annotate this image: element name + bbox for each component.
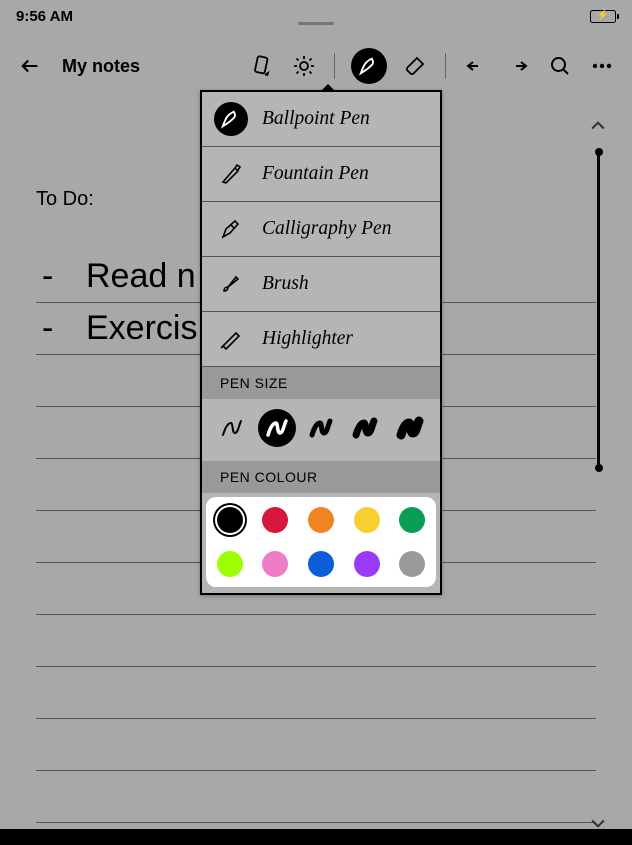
eraser-icon[interactable] <box>401 52 429 80</box>
status-right: ⚡ <box>590 10 616 23</box>
search-icon[interactable] <box>546 52 574 80</box>
undo-icon[interactable] <box>462 52 490 80</box>
back-arrow-icon[interactable] <box>16 52 44 80</box>
fountain-icon <box>214 157 248 191</box>
colour-purple[interactable] <box>354 551 380 577</box>
pen-size-label: PEN SIZE <box>202 367 440 399</box>
more-icon[interactable] <box>588 52 616 80</box>
pen-size-row <box>202 399 440 461</box>
pen-option-calligraphy[interactable]: Calligraphy Pen <box>202 202 440 257</box>
colour-lime[interactable] <box>217 551 243 577</box>
brush-icon <box>214 267 248 301</box>
colour-blue[interactable] <box>308 551 334 577</box>
calligraphy-icon <box>214 212 248 246</box>
colour-pink[interactable] <box>262 551 288 577</box>
note-line <box>36 771 596 823</box>
colour-yellow[interactable] <box>354 507 380 533</box>
colour-panel <box>206 497 436 587</box>
bottom-bar <box>0 829 632 845</box>
toolbar: My notes <box>0 46 632 86</box>
colour-orange[interactable] <box>308 507 334 533</box>
note-line <box>36 615 596 667</box>
note-text: Exercis <box>86 309 197 348</box>
pen-size-2[interactable] <box>258 409 296 447</box>
pen-label: Fountain Pen <box>262 163 369 185</box>
pen-label: Brush <box>262 273 309 295</box>
pen-popup: Ballpoint Pen Fountain Pen Calligraphy P… <box>200 90 442 595</box>
note-line <box>36 719 596 771</box>
brightness-icon[interactable] <box>290 52 318 80</box>
clock: 9:56 AM <box>16 8 73 25</box>
pen-colour-label: PEN COLOUR <box>202 461 440 493</box>
pen-option-ballpoint[interactable]: Ballpoint Pen <box>202 92 440 147</box>
colour-black[interactable] <box>217 507 243 533</box>
colour-green[interactable] <box>399 507 425 533</box>
scroll-indicator[interactable] <box>597 150 600 470</box>
colour-red[interactable] <box>262 507 288 533</box>
pen-label: Ballpoint Pen <box>262 108 370 130</box>
orientation-icon[interactable] <box>248 52 276 80</box>
redo-icon[interactable] <box>504 52 532 80</box>
drag-handle[interactable] <box>298 22 334 25</box>
pen-option-fountain[interactable]: Fountain Pen <box>202 147 440 202</box>
battery-icon: ⚡ <box>590 10 616 23</box>
note-text: Read n <box>86 257 196 296</box>
toolbar-divider <box>334 53 335 79</box>
colour-grey[interactable] <box>399 551 425 577</box>
pen-tool-button[interactable] <box>351 48 387 84</box>
page-title: My notes <box>62 56 140 77</box>
pen-label: Calligraphy Pen <box>262 218 391 240</box>
highlighter-icon <box>214 322 248 356</box>
pen-size-3[interactable] <box>302 409 340 447</box>
ballpoint-icon <box>214 102 248 136</box>
pen-option-highlighter[interactable]: Highlighter <box>202 312 440 367</box>
pen-size-1[interactable] <box>213 409 251 447</box>
pen-label: Highlighter <box>262 328 353 350</box>
note-line <box>36 667 596 719</box>
toolbar-divider <box>445 53 446 79</box>
chevron-up-icon[interactable] <box>588 116 608 136</box>
status-bar: 9:56 AM ⚡ <box>0 0 632 32</box>
pen-option-brush[interactable]: Brush <box>202 257 440 312</box>
pen-size-5[interactable] <box>391 409 429 447</box>
pen-size-4[interactable] <box>346 409 384 447</box>
